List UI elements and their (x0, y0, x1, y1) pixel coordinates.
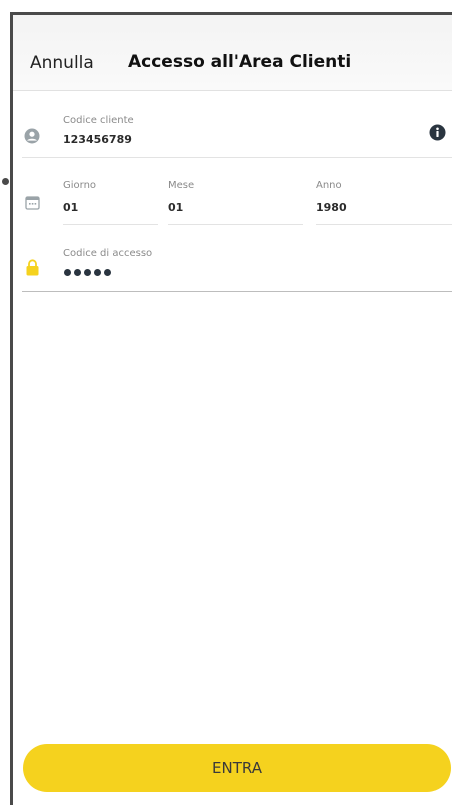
calendar-icon (25, 195, 40, 210)
device-frame-dot (2, 178, 9, 185)
password-dot (84, 269, 91, 276)
lock-icon (25, 259, 40, 276)
month-field[interactable]: 01 (168, 201, 183, 214)
password-dot (94, 269, 101, 276)
year-label: Anno (316, 180, 342, 191)
enter-button[interactable]: ENTRA (23, 744, 451, 792)
month-underline (168, 224, 303, 225)
user-icon (24, 128, 40, 144)
day-underline (63, 224, 158, 225)
access-code-label: Codice di accesso (63, 248, 153, 259)
info-icon[interactable] (429, 124, 446, 141)
password-dot (64, 269, 71, 276)
month-label: Mese (168, 180, 195, 191)
year-underline (316, 224, 452, 225)
day-field[interactable]: 01 (63, 201, 78, 214)
nav-header: Annulla Accesso all'Area Clienti (13, 15, 452, 91)
login-screen: Annulla Accesso all'Area Clienti Codice … (13, 15, 452, 805)
year-field[interactable]: 1980 (316, 201, 347, 214)
day-label: Giorno (63, 180, 97, 191)
access-code-underline (22, 291, 452, 292)
page-title: Accesso all'Area Clienti (128, 52, 352, 72)
customer-code-field[interactable]: 123456789 (63, 133, 132, 146)
password-dot (74, 269, 81, 276)
customer-code-label: Codice cliente (63, 115, 134, 126)
password-dot (104, 269, 111, 276)
customer-code-underline (22, 157, 452, 158)
cancel-button[interactable]: Annulla (30, 53, 94, 73)
access-code-field[interactable] (64, 269, 111, 276)
